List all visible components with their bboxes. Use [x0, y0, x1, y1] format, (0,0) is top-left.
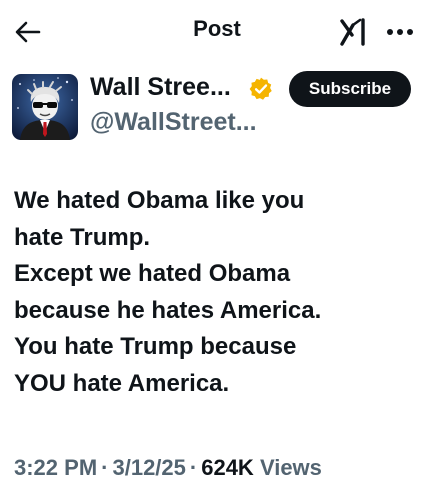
verified-badge-icon: [249, 77, 272, 100]
author-handle[interactable]: @WallStreet...: [90, 108, 257, 137]
meta-separator: ·: [101, 455, 109, 480]
avatar-image: [12, 74, 78, 140]
tweet-line: YOU hate America.: [14, 369, 230, 397]
tweet-line: because he hates America.: [14, 296, 322, 324]
top-bar: Post: [0, 0, 434, 62]
avatar[interactable]: [12, 74, 78, 140]
subscribe-button[interactable]: Subscribe: [289, 71, 411, 107]
grok-button[interactable]: [336, 14, 372, 50]
views-count[interactable]: 624K: [201, 455, 254, 480]
tweet-time[interactable]: 3:22 PM: [14, 455, 97, 480]
tweet-line: You hate Trump because: [14, 333, 297, 360]
more-button[interactable]: [380, 14, 420, 50]
tweet-line: hate Trump.: [14, 223, 151, 251]
meta-separator: ·: [189, 455, 198, 480]
tweet-date[interactable]: 3/12/25: [112, 455, 185, 480]
author-name[interactable]: Wall Stree...: [90, 73, 231, 102]
post-page: Post Wall Stree... @WallStreet... Subscr…: [0, 0, 434, 500]
grok-icon: [340, 18, 365, 46]
more-dots-icon: [387, 29, 413, 35]
tweet-line: We hated Obama like you: [14, 187, 305, 214]
tweet-text: We hated Obama like you hate Trump. Exce…: [14, 183, 424, 402]
tweet-line: Except we hated Obama: [14, 260, 291, 287]
tweet-meta: 3:22 PM · 3/12/25 · 624K Views: [14, 455, 322, 481]
views-label: Views: [259, 455, 322, 480]
